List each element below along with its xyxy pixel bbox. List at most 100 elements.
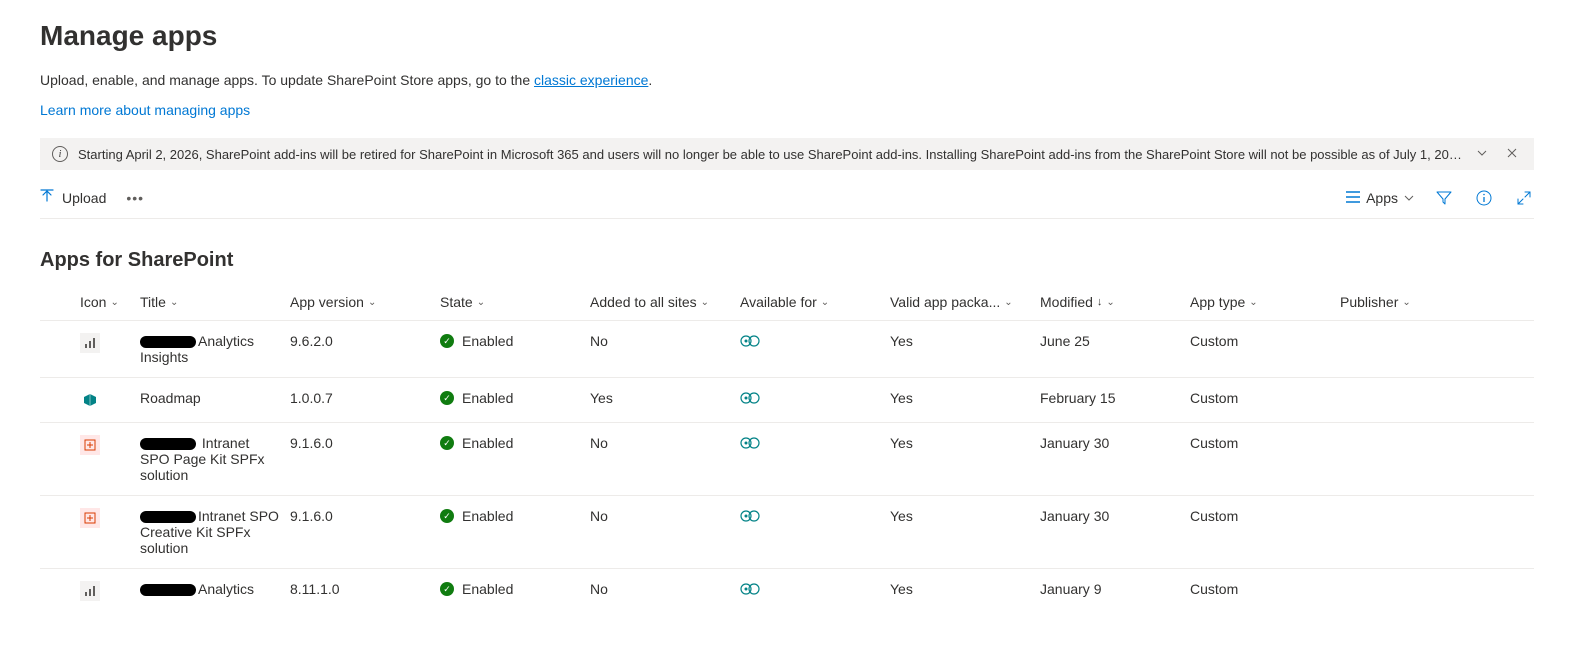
cell-title[interactable]: Roadmap xyxy=(140,390,290,406)
command-bar: Upload ••• Apps xyxy=(40,178,1534,219)
table-row[interactable]: Intranet SPO Creative Kit SPFx solution9… xyxy=(40,495,1534,568)
cell-icon xyxy=(80,333,140,353)
cell-modified: February 15 xyxy=(1040,390,1190,406)
cell-apptype: Custom xyxy=(1190,333,1340,349)
cell-modified: January 9 xyxy=(1040,581,1190,597)
col-available-label: Available for xyxy=(740,294,817,310)
col-apptype[interactable]: App type⌄ xyxy=(1190,294,1340,310)
cell-valid: Yes xyxy=(890,508,1040,524)
cell-added: No xyxy=(590,435,740,451)
available-for-icon xyxy=(740,390,890,406)
chevron-down-icon: ⌄ xyxy=(701,297,709,308)
intro-suffix: . xyxy=(648,72,652,88)
page-title: Manage apps xyxy=(40,20,1534,52)
cell-available xyxy=(740,390,890,406)
col-version[interactable]: App version ⌄ xyxy=(290,294,440,310)
col-publisher[interactable]: Publisher ⌄ xyxy=(1340,294,1490,310)
expand-button[interactable] xyxy=(1514,188,1534,208)
table-row[interactable]: Analytics Insights9.6.2.0✓EnabledNoYesJu… xyxy=(40,320,1534,377)
col-valid-label: Valid app packa... xyxy=(890,294,1000,310)
banner-message: Starting April 2, 2026, SharePoint add-i… xyxy=(78,147,1462,162)
col-title[interactable]: Title⌄ xyxy=(140,294,290,310)
table-row[interactable]: Analytics8.11.1.0✓EnabledNoYesJanuary 9C… xyxy=(40,568,1534,613)
redacted-text xyxy=(140,438,196,450)
sort-down-icon: ↓ xyxy=(1097,296,1103,308)
banner-text: Starting April 2, 2026, SharePoint add-i… xyxy=(78,147,1462,162)
chevron-down-icon: ⌄ xyxy=(477,297,485,308)
list-icon xyxy=(1346,190,1360,206)
check-ok-icon: ✓ xyxy=(440,391,454,405)
available-for-icon xyxy=(740,333,890,349)
redacted-text xyxy=(140,336,196,348)
cell-version: 9.6.2.0 xyxy=(290,333,440,349)
cell-icon xyxy=(80,581,140,601)
table-row[interactable]: Intranet SPO Page Kit SPFx solution9.1.6… xyxy=(40,422,1534,495)
col-icon[interactable]: Icon⌄ xyxy=(80,294,140,310)
col-modified-label: Modified xyxy=(1040,294,1093,310)
cell-title[interactable]: Analytics xyxy=(140,581,290,597)
cell-apptype: Custom xyxy=(1190,508,1340,524)
cell-valid: Yes xyxy=(890,581,1040,597)
col-valid[interactable]: Valid app packa...⌄ xyxy=(890,294,1040,310)
state-text: Enabled xyxy=(462,508,513,524)
cell-state: ✓Enabled xyxy=(440,390,590,406)
cell-title[interactable]: Intranet SPO Creative Kit SPFx solution xyxy=(140,508,290,556)
app-icon xyxy=(80,435,100,455)
banner-expand-chevron-icon[interactable] xyxy=(1472,147,1492,162)
cell-added: No xyxy=(590,581,740,597)
cell-modified: January 30 xyxy=(1040,435,1190,451)
chevron-down-icon: ⌄ xyxy=(1106,297,1114,308)
chevron-down-icon: ⌄ xyxy=(170,297,178,308)
section-title: Apps for SharePoint xyxy=(40,249,1534,272)
cell-version: 9.1.6.0 xyxy=(290,435,440,451)
col-added[interactable]: Added to all sites ⌄ xyxy=(590,294,740,310)
more-actions-button[interactable]: ••• xyxy=(126,190,144,206)
available-for-icon xyxy=(740,508,890,524)
col-added-label: Added to all sites xyxy=(590,294,697,310)
classic-experience-link[interactable]: classic experience xyxy=(534,72,648,88)
col-state-label: State xyxy=(440,294,473,310)
cell-title[interactable]: Intranet SPO Page Kit SPFx solution xyxy=(140,435,290,483)
table-row[interactable]: Roadmap1.0.0.7✓EnabledYesYesFebruary 15C… xyxy=(40,377,1534,422)
view-label: Apps xyxy=(1366,190,1398,206)
intro-text: Upload, enable, and manage apps. To upda… xyxy=(40,72,1534,88)
cell-state: ✓Enabled xyxy=(440,581,590,597)
title-text: Roadmap xyxy=(140,390,201,406)
check-ok-icon: ✓ xyxy=(440,509,454,523)
app-icon xyxy=(80,333,100,353)
upload-button[interactable]: Upload xyxy=(40,189,106,208)
chevron-down-icon: ⌄ xyxy=(110,297,118,308)
cell-added: No xyxy=(590,333,740,349)
redacted-text xyxy=(140,511,196,523)
learn-more-link[interactable]: Learn more about managing apps xyxy=(40,102,250,118)
cell-apptype: Custom xyxy=(1190,581,1340,597)
cell-added: Yes xyxy=(590,390,740,406)
cell-state: ✓Enabled xyxy=(440,435,590,451)
check-ok-icon: ✓ xyxy=(440,334,454,348)
cell-version: 1.0.0.7 xyxy=(290,390,440,406)
cell-icon xyxy=(80,390,140,410)
available-for-icon xyxy=(740,581,890,597)
banner-close-icon[interactable] xyxy=(1502,147,1522,162)
col-modified[interactable]: Modified ↓⌄ xyxy=(1040,294,1190,310)
chevron-down-icon: ⌄ xyxy=(821,297,829,308)
state-text: Enabled xyxy=(462,333,513,349)
cell-apptype: Custom xyxy=(1190,390,1340,406)
col-apptype-label: App type xyxy=(1190,294,1245,310)
col-available[interactable]: Available for ⌄ xyxy=(740,294,890,310)
filter-button[interactable] xyxy=(1434,188,1454,208)
chevron-down-icon: ⌄ xyxy=(1402,297,1410,308)
col-state[interactable]: State ⌄ xyxy=(440,294,590,310)
chevron-down-icon: ⌄ xyxy=(368,297,376,308)
col-publisher-label: Publisher xyxy=(1340,294,1398,310)
cell-icon xyxy=(80,435,140,455)
retirement-banner: i Starting April 2, 2026, SharePoint add… xyxy=(40,138,1534,170)
col-version-label: App version xyxy=(290,294,364,310)
cell-title[interactable]: Analytics Insights xyxy=(140,333,290,365)
upload-label: Upload xyxy=(62,190,106,206)
cell-available xyxy=(740,333,890,349)
intro-prefix: Upload, enable, and manage apps. To upda… xyxy=(40,72,534,88)
upload-icon xyxy=(40,189,54,208)
view-switcher[interactable]: Apps xyxy=(1346,190,1414,206)
details-button[interactable] xyxy=(1474,188,1494,208)
